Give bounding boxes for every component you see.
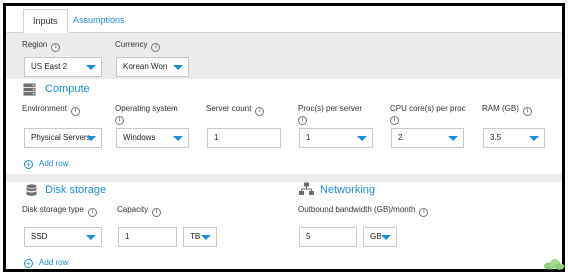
network-icon bbox=[299, 182, 314, 195]
bandwidth-input[interactable]: 5 bbox=[299, 227, 357, 247]
tab-assumptions[interactable]: Assumptions bbox=[64, 9, 134, 33]
chevron-down-icon bbox=[529, 136, 539, 141]
os-select[interactable]: Windows bbox=[116, 128, 189, 148]
networking-title: Networking bbox=[320, 184, 376, 196]
region-currency-band: Region i US East 2 Currency i Korean Won bbox=[6, 33, 562, 79]
disk-storage-title: Disk storage bbox=[45, 184, 107, 196]
info-icon[interactable]: i bbox=[255, 107, 265, 116]
bandwidth-label: Outbound bandwidth (GB)/month i bbox=[298, 205, 429, 217]
currency-label-text: Currency bbox=[115, 40, 148, 49]
currency-label: Currency i bbox=[115, 40, 161, 52]
info-icon[interactable]: i bbox=[51, 43, 61, 52]
environment-label: Environment i bbox=[22, 104, 80, 116]
info-icon[interactable]: i bbox=[151, 43, 161, 52]
capacity-input[interactable]: 1 bbox=[118, 227, 177, 247]
capacity-label: Capacity i bbox=[117, 205, 162, 217]
chevron-down-icon bbox=[201, 235, 211, 240]
ram-select[interactable]: 3.5 bbox=[483, 128, 545, 148]
region-label-text: Region bbox=[22, 40, 48, 49]
os-label: Operating system bbox=[115, 104, 178, 113]
procs-label: Proc(s) per server bbox=[298, 104, 363, 113]
server-count-label: Server count i bbox=[206, 104, 265, 116]
environment-select-value: Physical Servers bbox=[31, 133, 91, 142]
info-icon[interactable]: i bbox=[390, 116, 399, 125]
region-select-value: US East 2 bbox=[31, 62, 68, 71]
plus-circle-icon: + bbox=[24, 160, 33, 169]
compute-add-row-button[interactable]: + Add row bbox=[24, 159, 68, 169]
environment-label-text: Environment bbox=[22, 104, 67, 113]
disk-type-label: Disk storage type i bbox=[22, 205, 97, 217]
chevron-down-icon bbox=[173, 136, 183, 141]
info-icon[interactable]: i bbox=[115, 116, 124, 125]
capacity-label-text: Capacity bbox=[117, 205, 149, 214]
capacity-unit-value: TB bbox=[190, 232, 201, 241]
chevron-down-icon bbox=[448, 136, 458, 141]
procs-select[interactable]: 1 bbox=[299, 128, 373, 148]
capacity-unit-select[interactable]: TB bbox=[183, 227, 217, 247]
server-icon bbox=[23, 83, 36, 96]
chevron-down-icon bbox=[173, 65, 183, 70]
region-select[interactable]: US East 2 bbox=[24, 57, 102, 77]
environment-select[interactable]: Physical Servers bbox=[24, 128, 102, 148]
bandwidth-unit-value: GB bbox=[370, 232, 382, 241]
cores-label: CPU core(s) per proc bbox=[390, 104, 466, 113]
info-icon[interactable]: i bbox=[522, 107, 532, 116]
chevron-down-icon bbox=[357, 136, 367, 141]
ram-select-value: 3.5 bbox=[490, 133, 502, 142]
compute-add-row-label: Add row bbox=[39, 159, 69, 168]
info-icon[interactable]: i bbox=[70, 107, 80, 116]
os-select-value: Windows bbox=[123, 133, 156, 142]
disk-add-row-label: Add row bbox=[39, 258, 69, 267]
info-icon[interactable]: i bbox=[152, 208, 162, 217]
database-icon bbox=[26, 184, 37, 196]
disk-type-label-text: Disk storage type bbox=[22, 205, 84, 214]
info-icon[interactable]: i bbox=[298, 116, 307, 125]
section-divider bbox=[6, 174, 562, 182]
tab-inputs[interactable]: Inputs bbox=[23, 9, 68, 33]
cloud-icon bbox=[544, 259, 565, 270]
cores-select[interactable]: 2 bbox=[391, 128, 464, 148]
tco-calculator-panel: Inputs Assumptions Region i US East 2 Cur… bbox=[3, 3, 565, 272]
bandwidth-label-text: Outbound bandwidth (GB)/month bbox=[298, 205, 416, 214]
ram-label-text: RAM (GB) bbox=[482, 104, 519, 113]
chevron-down-icon bbox=[86, 235, 96, 240]
server-count-label-text: Server count bbox=[206, 104, 252, 113]
plus-circle-icon: + bbox=[24, 259, 33, 268]
info-icon[interactable]: i bbox=[87, 208, 97, 217]
procs-select-value: 1 bbox=[306, 133, 311, 142]
chevron-down-icon bbox=[86, 65, 96, 70]
disk-type-select[interactable]: SSD bbox=[24, 227, 102, 247]
ram-label: RAM (GB) i bbox=[482, 104, 532, 116]
info-icon[interactable]: i bbox=[419, 208, 429, 217]
tab-bar: Inputs Assumptions bbox=[6, 6, 562, 33]
currency-select-value: Korean Won bbox=[123, 62, 168, 71]
currency-select[interactable]: Korean Won bbox=[116, 57, 189, 77]
chevron-down-icon bbox=[381, 235, 391, 240]
chevron-down-icon bbox=[86, 136, 96, 141]
compute-title: Compute bbox=[45, 83, 90, 95]
disk-add-row-button[interactable]: + Add row bbox=[24, 258, 68, 268]
server-count-input[interactable]: 1 bbox=[207, 128, 281, 148]
region-label: Region i bbox=[22, 40, 61, 52]
disk-type-select-value: SSD bbox=[31, 232, 48, 241]
bandwidth-unit-select[interactable]: GB bbox=[363, 227, 397, 247]
cores-select-value: 2 bbox=[398, 133, 403, 142]
